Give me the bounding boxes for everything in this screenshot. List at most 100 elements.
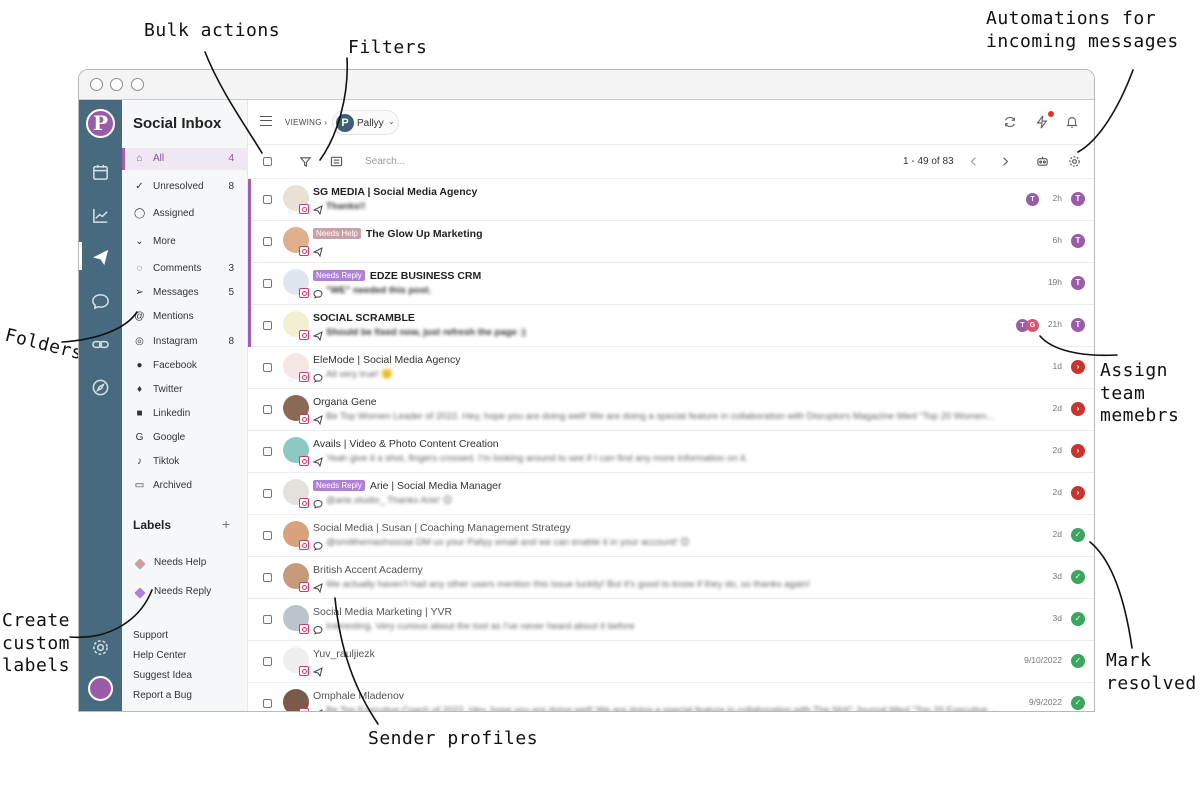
chevron-right-icon[interactable] bbox=[999, 155, 1012, 168]
linkedin-icon: ■ bbox=[136, 408, 143, 419]
sidebar-item-tiktok[interactable]: ♪ Tiktok bbox=[122, 451, 248, 473]
resolved-check-button[interactable]: ✓ bbox=[1071, 570, 1085, 584]
assign-button[interactable]: T bbox=[1071, 234, 1085, 248]
gear-icon[interactable] bbox=[1068, 155, 1081, 168]
footer-link-suggest-idea[interactable]: Suggest Idea bbox=[133, 670, 192, 681]
footer-link-help-center[interactable]: Help Center bbox=[133, 650, 186, 661]
sidebar-item-assigned[interactable]: ◯ Assigned bbox=[122, 203, 248, 225]
chat-bubble-icon[interactable] bbox=[91, 292, 110, 311]
message-row[interactable]: Needs Reply EDZE BUSINESS CRM "WE" needed … bbox=[248, 263, 1094, 305]
sidebar-item-mentions[interactable]: @ Mentions bbox=[122, 306, 248, 328]
row-checkbox[interactable] bbox=[263, 363, 272, 372]
message-row[interactable]: Needs Reply Arie | Social Media Manager @a… bbox=[248, 473, 1094, 515]
check-icon: ✓ bbox=[135, 181, 144, 192]
bell-icon[interactable] bbox=[1065, 115, 1079, 129]
team-avatar[interactable] bbox=[88, 676, 113, 701]
sidebar-item-comments[interactable]: ◌ Comments 3 bbox=[122, 258, 248, 280]
footer-link-support[interactable]: Support bbox=[133, 630, 168, 641]
sidebar-item-messages[interactable]: ➢ Messages 5 bbox=[122, 282, 248, 304]
link-icon[interactable] bbox=[91, 335, 110, 354]
sender-name-text: Social Media | Susan | Coaching Manageme… bbox=[313, 522, 571, 534]
row-checkbox[interactable] bbox=[263, 321, 272, 330]
sender-name-text: Avails | Video & Photo Content Creation bbox=[313, 438, 499, 450]
app-logo[interactable]: P bbox=[86, 109, 115, 138]
sidebar-item-all[interactable]: ⌂ All 4 bbox=[122, 148, 248, 170]
robot-automation-icon[interactable] bbox=[1036, 155, 1049, 168]
app-window: P Social Inbox ⌂ All 4 ✓ Unresolved 8 ◯ Assigne… bbox=[78, 69, 1095, 712]
settings-icon[interactable] bbox=[91, 638, 110, 657]
resolved-check-button[interactable]: ✓ bbox=[1071, 528, 1085, 542]
comment-icon bbox=[313, 370, 323, 383]
minimize-window-button[interactable] bbox=[110, 78, 123, 91]
message-row[interactable]: Social Media | Susan | Coaching Manageme… bbox=[248, 515, 1094, 557]
row-checkbox[interactable] bbox=[263, 489, 272, 498]
message-row[interactable]: Avails | Video & Photo Content Creation Y… bbox=[248, 431, 1094, 473]
select-all-checkbox[interactable] bbox=[263, 157, 272, 166]
mark-resolved-button[interactable]: › bbox=[1071, 486, 1085, 500]
message-row[interactable]: Needs Help The Glow Up Marketing 6h T bbox=[248, 221, 1094, 263]
chevron-down-icon: ⌄ bbox=[135, 236, 144, 247]
resolved-check-button[interactable]: ✓ bbox=[1071, 612, 1085, 626]
label-item-needs-reply[interactable]: Needs Reply bbox=[122, 581, 248, 603]
close-window-button[interactable] bbox=[90, 78, 103, 91]
account-avatar: P bbox=[336, 114, 354, 132]
mark-resolved-button[interactable]: › bbox=[1071, 360, 1085, 374]
resolved-check-button[interactable]: ✓ bbox=[1071, 654, 1085, 668]
add-label-button[interactable]: + bbox=[222, 516, 230, 532]
maximize-window-button[interactable] bbox=[131, 78, 144, 91]
search-input[interactable]: Search... bbox=[365, 156, 405, 167]
bulk-actions-icon[interactable] bbox=[330, 155, 343, 168]
message-row[interactable]: SOCIAL SCRAMBLE Should be fixed now, just… bbox=[248, 305, 1094, 347]
sidebar-item-google[interactable]: G Google bbox=[122, 427, 248, 449]
sender-name-text: The Glow Up Marketing bbox=[365, 228, 483, 240]
paper-plane-icon[interactable] bbox=[91, 248, 110, 267]
row-checkbox[interactable] bbox=[263, 237, 272, 246]
row-checkbox[interactable] bbox=[263, 657, 272, 666]
message-row[interactable]: Omphale Mladenov Be Top Executive Coach o… bbox=[248, 683, 1094, 711]
sidebar-item-more[interactable]: ⌄ More bbox=[122, 231, 248, 253]
chevron-left-icon[interactable] bbox=[967, 155, 980, 168]
sidebar-item-linkedin[interactable]: ■ Linkedin bbox=[122, 403, 248, 425]
sidebar-item-facebook[interactable]: ● Facebook bbox=[122, 355, 248, 377]
sidebar-item-archived[interactable]: ▭ Archived bbox=[122, 475, 248, 497]
bolt-icon[interactable] bbox=[1035, 115, 1049, 129]
assign-button[interactable]: T bbox=[1071, 318, 1085, 332]
assign-button[interactable]: T bbox=[1071, 192, 1085, 206]
row-checkbox[interactable] bbox=[263, 195, 272, 204]
sidebar-item-twitter[interactable]: ♦ Twitter bbox=[122, 379, 248, 401]
sidebar-item-label: Instagram bbox=[153, 336, 198, 347]
instagram-icon bbox=[299, 414, 309, 424]
filter-icon[interactable] bbox=[299, 155, 312, 168]
refresh-icon[interactable] bbox=[1003, 115, 1017, 129]
assign-button[interactable]: T bbox=[1071, 276, 1085, 290]
sidebar-item-instagram[interactable]: ◎ Instagram 8 bbox=[122, 331, 248, 353]
row-checkbox[interactable] bbox=[263, 699, 272, 708]
compass-icon[interactable] bbox=[91, 378, 110, 397]
analytics-icon[interactable] bbox=[91, 206, 110, 225]
message-row[interactable]: Yuv_rauljiezk 9/10/2022 ✓ bbox=[248, 641, 1094, 683]
row-checkbox[interactable] bbox=[263, 615, 272, 624]
calendar-icon[interactable] bbox=[91, 163, 110, 182]
label-item-needs-help[interactable]: Needs Help bbox=[122, 552, 248, 574]
sender-name: Social Media Marketing | YVR bbox=[313, 606, 452, 618]
instagram-icon bbox=[299, 288, 309, 298]
mark-resolved-button[interactable]: › bbox=[1071, 444, 1085, 458]
message-row[interactable]: Social Media Marketing | YVR Interesting.… bbox=[248, 599, 1094, 641]
row-checkbox[interactable] bbox=[263, 279, 272, 288]
sidebar-item-unresolved[interactable]: ✓ Unresolved 8 bbox=[122, 176, 248, 198]
message-row[interactable]: SG MEDIA | Social Media Agency Thanks!! T 2… bbox=[248, 179, 1094, 221]
footer-link-report-a-bug[interactable]: Report a Bug bbox=[133, 690, 192, 701]
message-row[interactable]: Organa Gene Be Top Women Leader of 2022. … bbox=[248, 389, 1094, 431]
menu-icon[interactable] bbox=[260, 116, 272, 126]
message-row[interactable]: EleMode | Social Media Agency All very tr… bbox=[248, 347, 1094, 389]
message-row[interactable]: British Accent Academy We actually haven'… bbox=[248, 557, 1094, 599]
assignee-avatar[interactable]: G bbox=[1026, 319, 1039, 332]
account-selector[interactable]: P Pallyy ⌄ bbox=[332, 110, 399, 135]
mark-resolved-button[interactable]: › bbox=[1071, 402, 1085, 416]
assignee-avatar[interactable]: T bbox=[1026, 193, 1039, 206]
row-checkbox[interactable] bbox=[263, 531, 272, 540]
row-checkbox[interactable] bbox=[263, 405, 272, 414]
row-checkbox[interactable] bbox=[263, 447, 272, 456]
resolved-check-button[interactable]: ✓ bbox=[1071, 696, 1085, 710]
row-checkbox[interactable] bbox=[263, 573, 272, 582]
